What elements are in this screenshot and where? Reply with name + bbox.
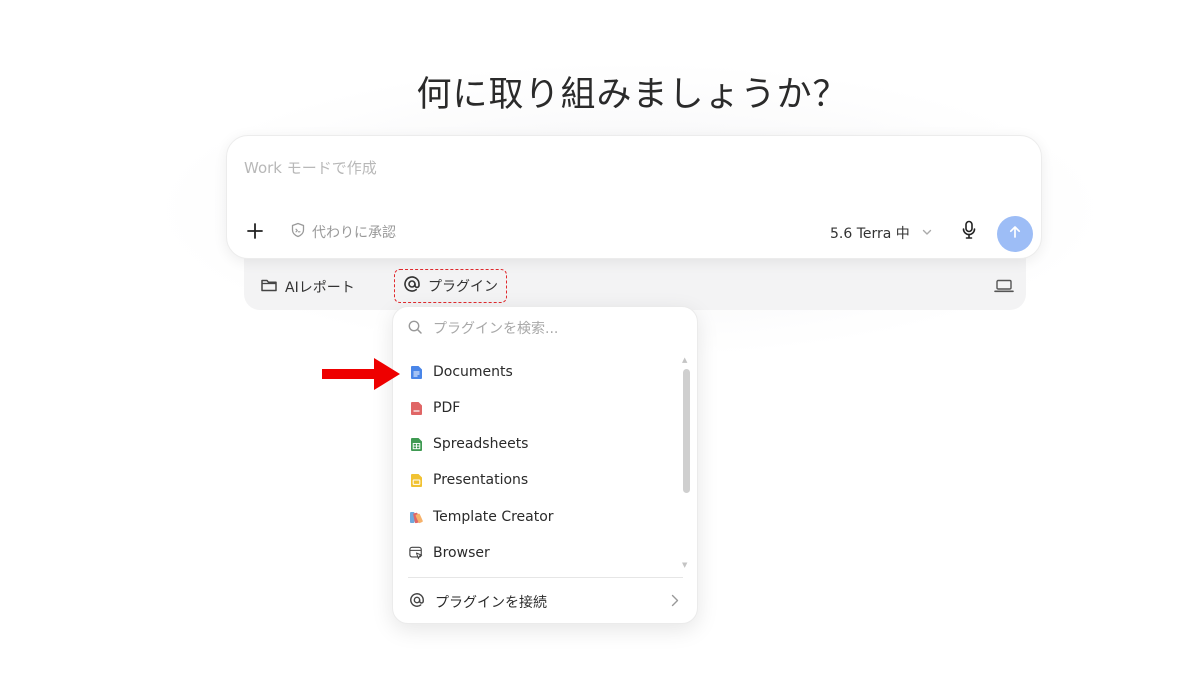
laptop-icon[interactable] — [994, 278, 1014, 297]
microphone-icon — [961, 220, 977, 244]
folder-icon — [260, 277, 278, 297]
plugin-item-spreadsheets[interactable]: Spreadsheets — [409, 436, 669, 452]
presentations-icon — [409, 472, 423, 488]
ai-report-button[interactable]: AIレポート — [260, 277, 355, 297]
browser-icon — [409, 545, 423, 561]
chevron-right-icon — [671, 594, 679, 611]
scroll-down-arrow[interactable]: ▼ — [682, 561, 687, 569]
plugin-item-browser[interactable]: Browser — [409, 545, 669, 561]
send-button[interactable] — [997, 216, 1033, 252]
model-label: 5.6 Terra 中 — [830, 226, 910, 242]
plugin-search — [407, 319, 675, 339]
plugin-item-documents[interactable]: Documents — [409, 364, 669, 380]
model-selector[interactable]: 5.6 Terra 中 — [830, 223, 932, 243]
shield-icon — [290, 222, 306, 242]
composer-toolbar: AIレポート プラグイン — [244, 250, 1026, 310]
divider — [408, 577, 683, 578]
at-sign-icon — [409, 592, 425, 612]
connect-plugin-label: プラグインを接続 — [435, 595, 547, 611]
plugin-item-presentations[interactable]: Presentations — [409, 472, 669, 488]
plugin-item-label: Presentations — [433, 472, 529, 488]
arrow-up-icon — [1007, 224, 1023, 244]
plugin-search-input[interactable] — [431, 320, 675, 338]
plugin-item-pdf[interactable]: PDF — [409, 400, 669, 416]
plugin-item-label: Documents — [433, 364, 513, 380]
page-title: 何に取り組みましょうか？ — [416, 75, 849, 115]
approve-label: 代わりに承認 — [312, 225, 396, 241]
plugin-label: プラグイン — [428, 279, 498, 295]
annotation-arrow-icon — [320, 356, 402, 396]
plugin-item-label: Spreadsheets — [433, 436, 529, 452]
spreadsheets-icon — [409, 436, 423, 452]
plugin-button[interactable]: プラグイン — [394, 269, 507, 303]
scrollbar-thumb[interactable] — [683, 369, 690, 493]
ai-report-label: AIレポート — [285, 280, 355, 296]
plugin-item-template-creator[interactable]: Template Creator — [409, 509, 669, 525]
add-button[interactable] — [243, 220, 267, 244]
connect-plugin-item[interactable]: プラグインを接続 — [409, 592, 679, 612]
plugin-item-label: PDF — [433, 400, 461, 416]
search-icon — [407, 319, 423, 339]
plus-icon — [246, 219, 264, 245]
chevron-down-icon — [922, 228, 932, 239]
template-creator-icon — [409, 509, 423, 525]
plugin-dropdown: ▲ ▼ Documents PDF Spreadsheets Presentat… — [392, 306, 698, 624]
pdf-icon — [409, 400, 423, 416]
plugin-item-label: Template Creator — [433, 509, 554, 525]
at-sign-icon — [403, 275, 421, 297]
composer-input[interactable] — [242, 154, 946, 182]
microphone-button[interactable] — [957, 220, 981, 244]
scroll-up-arrow[interactable]: ▲ — [682, 356, 687, 364]
approve-toggle[interactable]: 代わりに承認 — [290, 222, 396, 242]
documents-icon — [409, 364, 423, 380]
composer: 代わりに承認 5.6 Terra 中 — [226, 135, 1042, 259]
plugin-item-label: Browser — [433, 545, 490, 561]
